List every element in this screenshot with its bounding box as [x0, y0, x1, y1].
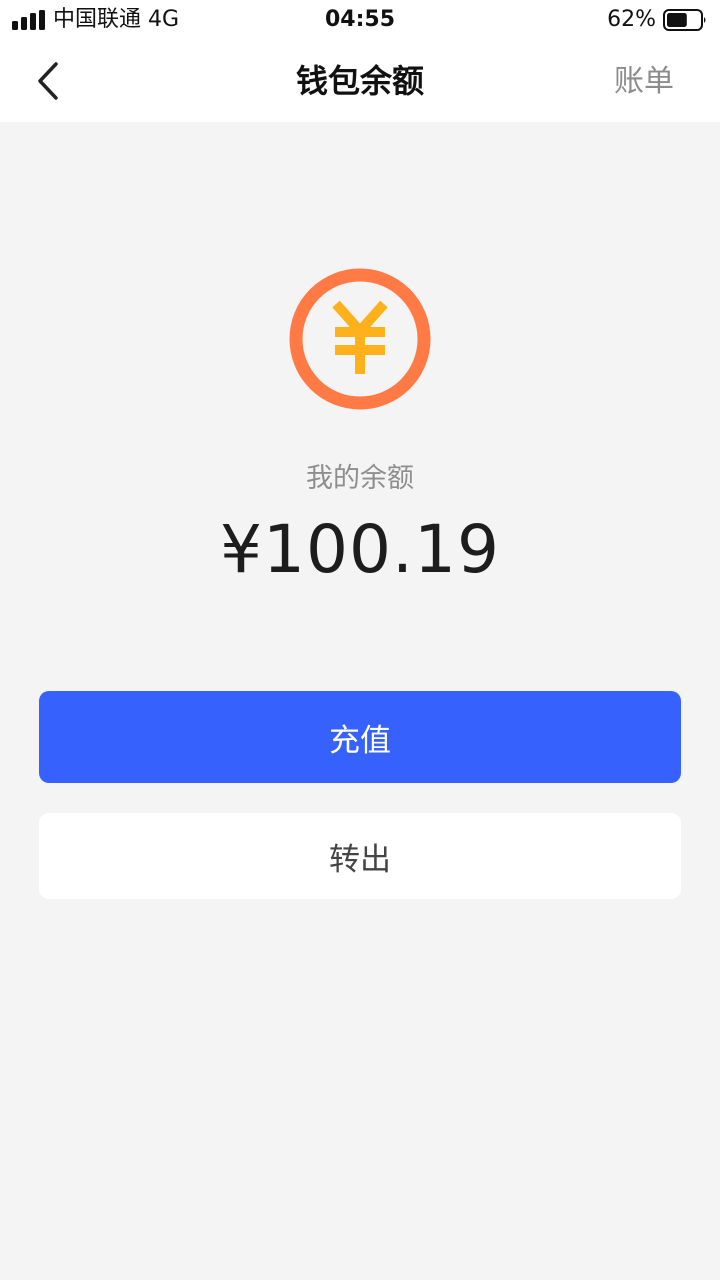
nav-bar: 钱包余额 账单: [0, 40, 720, 122]
yuan-coin-icon: [289, 268, 431, 410]
balance-label: 我的余额: [306, 463, 414, 494]
bill-button[interactable]: 账单: [614, 62, 674, 102]
balance-amount: ¥100.19: [220, 511, 500, 588]
status-bar: 中国联通 4G 04:55 62%: [0, 0, 720, 40]
transfer-button[interactable]: 转出: [39, 813, 681, 899]
page-title: 钱包余额: [295, 62, 424, 100]
battery-icon: [663, 9, 706, 31]
battery-percent: 62%: [607, 7, 656, 32]
recharge-button[interactable]: 充值: [39, 691, 681, 783]
